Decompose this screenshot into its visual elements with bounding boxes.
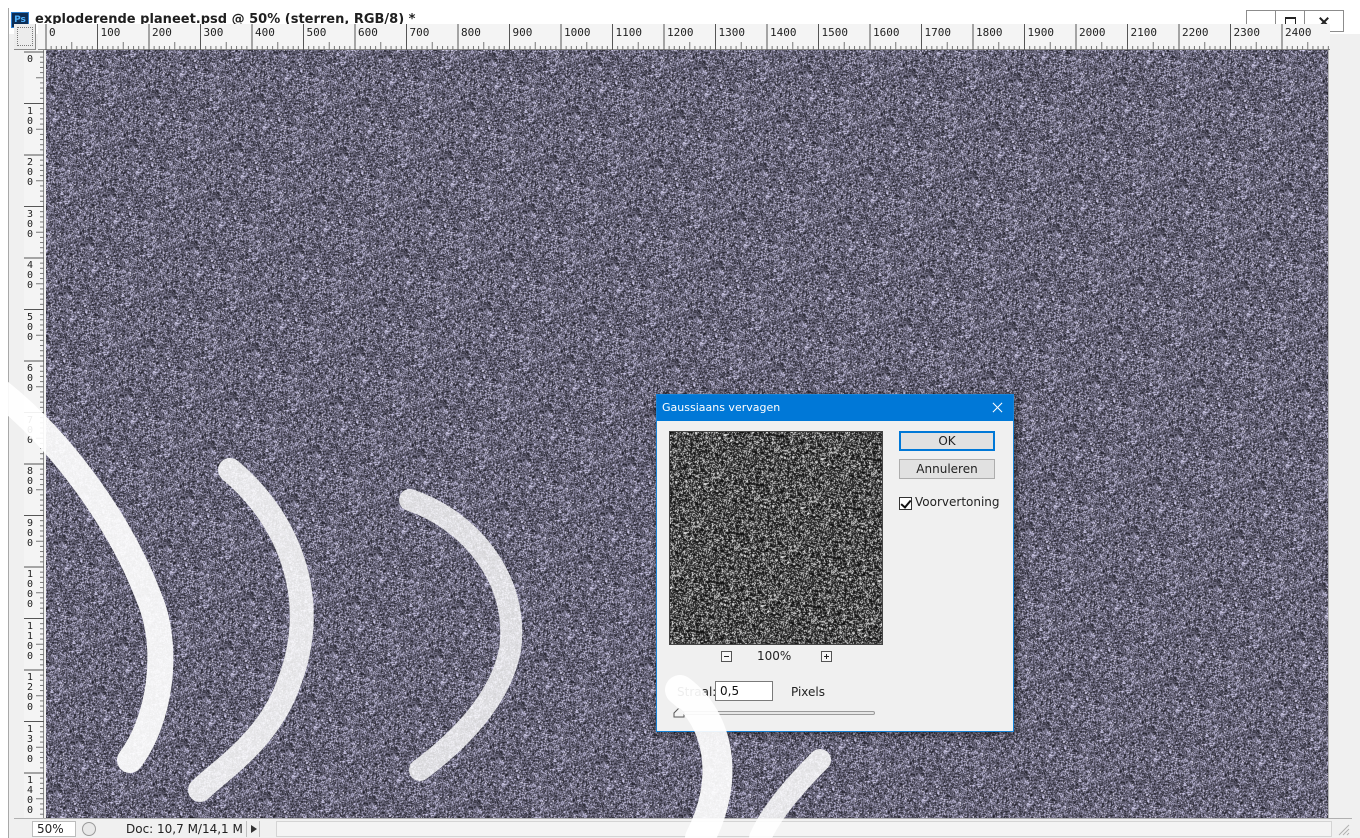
radius-label: Straal:	[677, 685, 717, 699]
zoom-in-icon[interactable]	[821, 651, 832, 662]
vertical-ruler[interactable]: 0 100 200 300 400 500 600 700 800 900 1000 1100 1200…	[24, 50, 44, 818]
ruler-label: 1900	[1027, 26, 1055, 39]
ruler-label: 1600	[873, 26, 900, 39]
ruler-label: 600	[358, 26, 378, 39]
close-icon[interactable]	[987, 398, 1009, 418]
ruler-label: 300	[203, 26, 224, 39]
radius-slider-track[interactable]	[677, 711, 875, 715]
document-size-info: Doc: 10,7 M/14,1 M	[126, 822, 243, 836]
ruler-label: 1400	[27, 775, 34, 816]
gaussian-blur-dialog: Gaussiaans vervagen 100% OK Annuleren Vo…	[656, 394, 1014, 732]
ruler-label: 700	[27, 414, 34, 446]
ruler-label: 1400	[770, 26, 797, 39]
dialog-title-bar[interactable]: Gaussiaans vervagen	[657, 395, 1013, 421]
ruler-label: 1200	[27, 672, 34, 713]
zoom-level-field[interactable]: 50%	[32, 821, 76, 837]
zoom-out-icon[interactable]	[721, 651, 732, 662]
screen: Ps exploderende planeet.psd @ 50% (sterr…	[0, 0, 1360, 838]
ruler-label: 1300	[718, 26, 746, 39]
vertical-scrollbar[interactable]	[1328, 50, 1352, 818]
radius-input[interactable]	[715, 681, 773, 701]
ruler-label: 1700	[924, 26, 952, 39]
ruler-label: 1200	[667, 26, 694, 39]
ruler-label: 200	[152, 26, 172, 39]
status-bar: 50% Doc: 10,7 M/14,1 M	[14, 818, 1352, 838]
ruler-label: 800	[461, 26, 481, 39]
preview-checkbox[interactable]	[899, 497, 912, 510]
ruler-origin[interactable]	[14, 24, 36, 50]
ruler-label: 0	[27, 54, 34, 65]
horizontal-scrollbar[interactable]	[276, 821, 1332, 837]
ruler-label: 100	[27, 105, 34, 137]
radius-unit-label: Pixels	[791, 685, 826, 699]
ruler-label: 2100	[1130, 26, 1158, 39]
ruler-label: 700	[409, 26, 430, 39]
status-info-icon[interactable]	[82, 822, 96, 836]
ruler-label: 1800	[976, 26, 1003, 39]
ruler-label: 1100	[27, 620, 34, 662]
ruler-label: 0	[49, 26, 56, 39]
ruler-label: 2400	[1285, 26, 1312, 39]
ruler-label: 200	[27, 157, 34, 188]
ruler-label: 1500	[821, 26, 849, 39]
ruler-label: 600	[27, 363, 34, 394]
ruler-label: 1100	[615, 26, 643, 39]
ruler-label: 2000	[1079, 26, 1106, 39]
ruler-label: 900	[27, 517, 34, 549]
resize-grip-icon[interactable]	[1336, 821, 1350, 837]
status-menu-arrow-icon[interactable]	[246, 821, 260, 837]
ruler-label: 900	[512, 26, 533, 39]
cancel-button[interactable]: Annuleren	[899, 459, 995, 479]
horizontal-ruler[interactable]: 0 100 200 300 400 500 600 700 800 900 1000 1100 1200…	[38, 24, 1330, 50]
ruler-label: 1000	[564, 26, 591, 39]
ruler-label: 800	[27, 466, 34, 497]
ruler-label: 1000	[27, 569, 34, 610]
ruler-label: 100	[100, 26, 121, 39]
filter-preview[interactable]	[669, 431, 883, 645]
ruler-label: 2200	[1182, 26, 1209, 39]
window-left-edge	[14, 50, 24, 818]
ruler-label: 400	[27, 260, 34, 291]
ruler-label: 300	[27, 208, 34, 240]
ruler-label: 500	[306, 26, 327, 39]
ruler-label: 1300	[27, 723, 34, 765]
ruler-label: 400	[255, 26, 275, 39]
ok-button[interactable]: OK	[899, 431, 995, 451]
preview-checkbox-label: Voorvertoning	[915, 495, 1000, 509]
filter-preview-image	[670, 432, 882, 644]
radius-slider-thumb[interactable]	[673, 708, 685, 718]
dialog-title: Gaussiaans vervagen	[662, 401, 781, 414]
preview-zoom-percent: 100%	[757, 649, 792, 663]
ruler-label: 2300	[1233, 26, 1261, 39]
ruler-label: 500	[27, 311, 34, 343]
